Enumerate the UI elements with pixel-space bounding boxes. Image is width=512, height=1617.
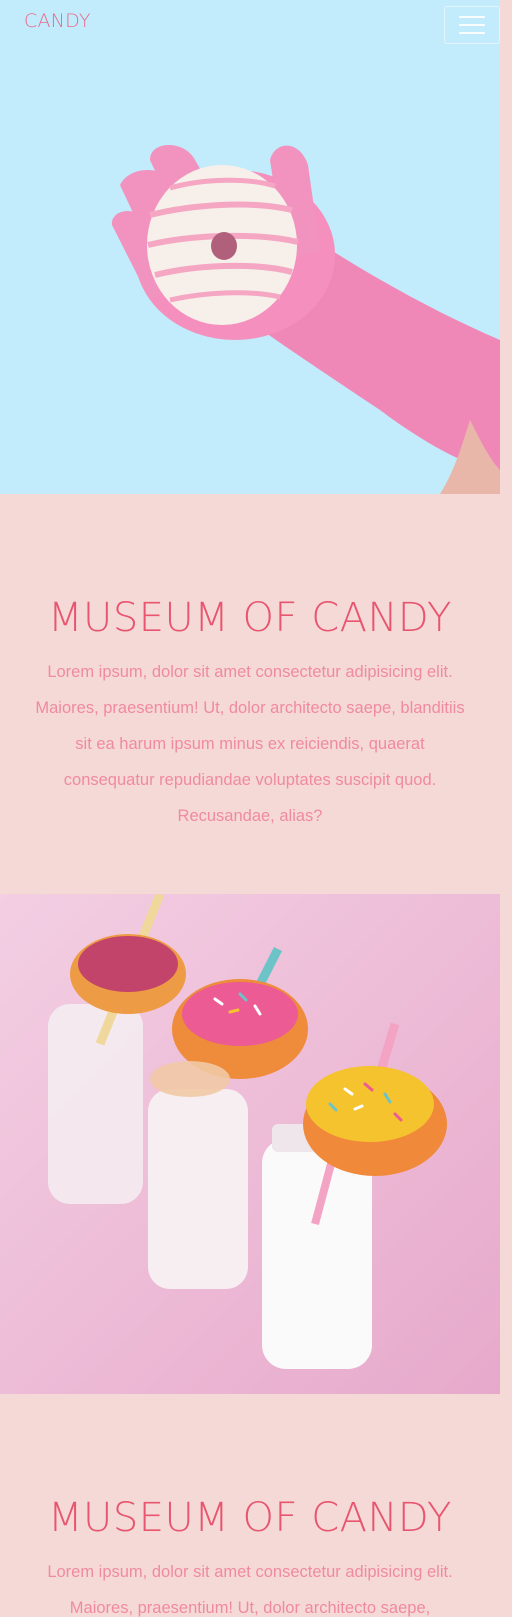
hero-image-donut-milk-bottles [0,894,500,1394]
section-title: MUSEUM OF CANDY [48,1495,452,1541]
museum-section: MUSEUM OF CANDY Lorem ipsum, dolor sit a… [0,590,500,834]
museum-section: MUSEUM OF CANDY Lorem ipsum, dolor sit a… [0,1490,500,1617]
donut-milk-bottles-illustration [0,894,500,1394]
section-body: Lorem ipsum, dolor sit amet consectetur … [35,663,465,825]
navbar: CANDY [0,0,500,46]
donut-glove-illustration [0,0,500,494]
page: CANDY MUSEUM OF CANDY Lorem ipsum, dolor… [0,0,500,1617]
menu-bar [459,16,485,18]
brand-logo[interactable]: CANDY [24,10,91,32]
hamburger-menu-icon[interactable] [444,6,500,44]
menu-bar [459,32,485,34]
scrollbar-track[interactable] [500,0,512,1617]
section-body: Lorem ipsum, dolor sit amet consectetur … [47,1563,453,1617]
section-title: MUSEUM OF CANDY [48,595,452,641]
menu-bar [459,24,485,26]
hero-image-donut-glove [0,0,500,494]
